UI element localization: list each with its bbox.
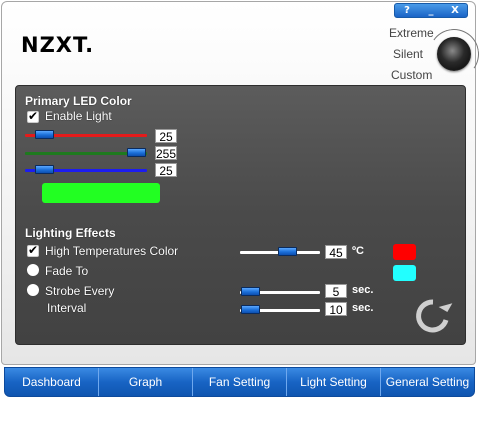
window-controls: ? _ X [394,3,468,18]
close-button[interactable]: X [443,4,467,17]
red-value[interactable]: 25 [155,129,177,144]
high-temp-label: High Temperatures Color [45,244,179,258]
red-slider-thumb[interactable] [35,130,54,139]
primary-led-title: Primary LED Color [25,94,132,108]
strobe-label: Strobe Every [45,284,115,298]
green-value[interactable]: 255 [155,146,177,161]
tab-general-setting[interactable]: General Setting [381,368,474,396]
high-temp-value[interactable]: 45 [325,245,347,260]
tab-dashboard[interactable]: Dashboard [5,368,99,396]
fade-to-label: Fade To [45,264,89,278]
interval-value[interactable]: 10 [325,302,347,317]
strobe-slider-thumb[interactable] [241,287,260,296]
high-temp-color-swatch[interactable] [393,244,416,260]
tab-graph[interactable]: Graph [99,368,193,396]
high-temp-slider-thumb[interactable] [278,247,297,256]
temp-unit: ºC [352,245,364,257]
mode-silent-label[interactable]: Silent [393,47,423,61]
minimize-button[interactable]: _ [419,4,443,17]
enable-light-label: Enable Light [45,109,112,123]
help-button[interactable]: ? [395,4,419,17]
led-color-preview [42,183,160,203]
tab-fan-setting[interactable]: Fan Setting [193,368,287,396]
mode-extreme-label[interactable]: Extreme [389,26,434,40]
mode-custom-label[interactable]: Custom [391,68,432,82]
fade-color-swatch[interactable] [393,265,416,281]
tab-light-setting[interactable]: Light Setting [287,368,381,396]
green-slider-thumb[interactable] [127,148,146,157]
refresh-icon[interactable] [413,296,453,336]
main-tab-bar: Dashboard Graph Fan Setting Light Setting Ge… [4,367,475,397]
lighting-effects-title: Lighting Effects [25,226,116,240]
mode-dial-knob[interactable] [437,37,471,71]
strobe-radio[interactable] [27,284,39,296]
interval-unit: sec. [352,302,374,314]
blue-value[interactable]: 25 [155,163,177,178]
interval-slider-thumb[interactable] [241,305,260,314]
enable-light-checkbox[interactable] [27,109,39,123]
strobe-value[interactable]: 5 [325,284,347,299]
nzxt-logo: NZXT. [21,33,95,57]
strobe-unit: sec. [352,284,374,296]
fade-to-radio[interactable] [27,264,39,276]
blue-slider-thumb[interactable] [35,165,54,174]
high-temp-checkbox[interactable] [27,243,39,257]
interval-label: Interval [47,301,87,315]
